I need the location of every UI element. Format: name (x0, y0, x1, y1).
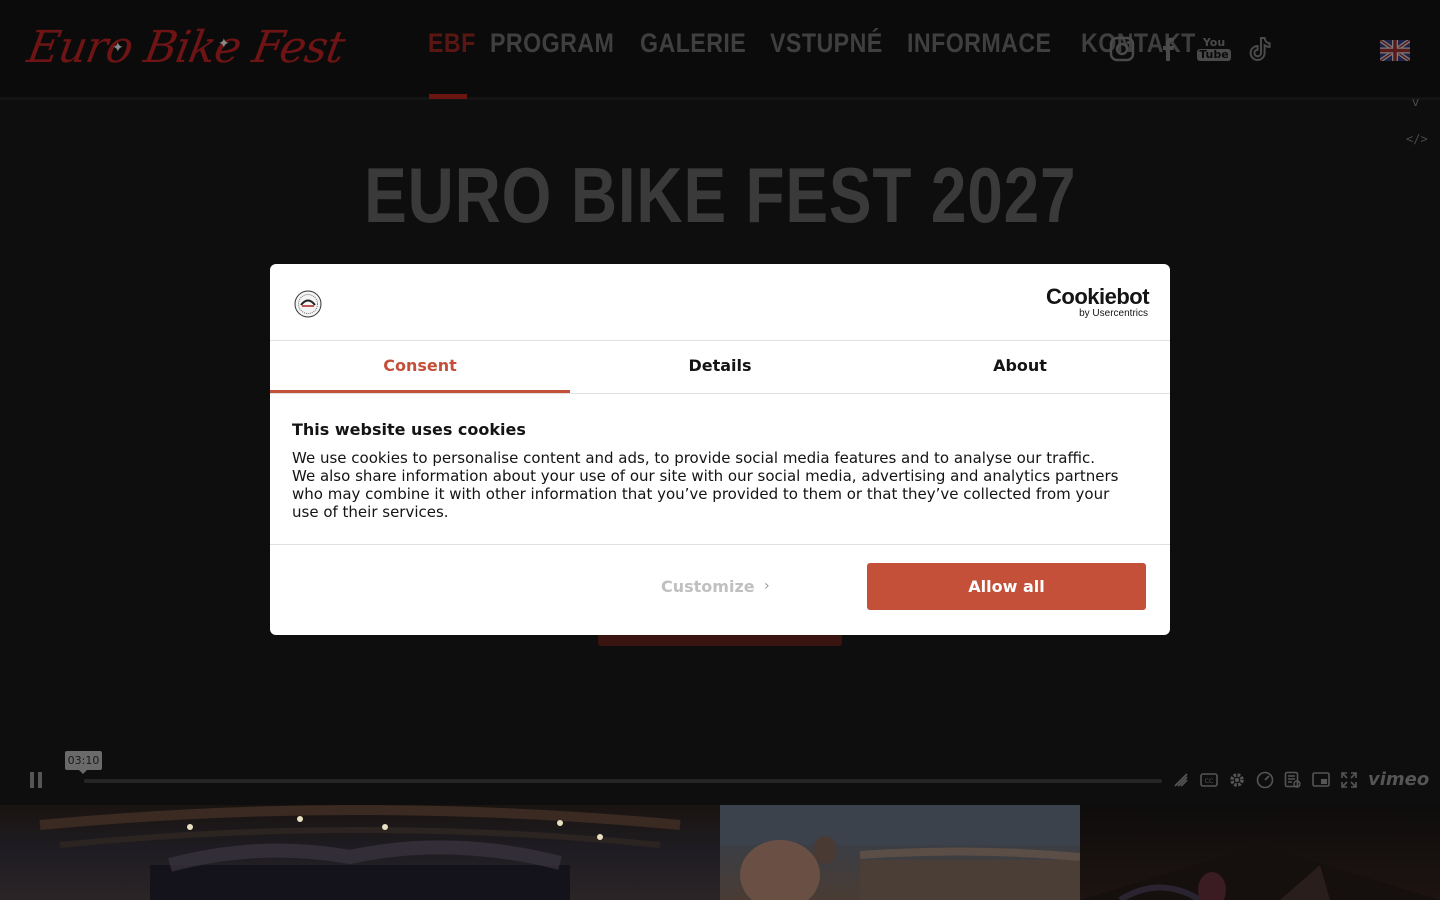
cookiebot-byline: by Usercentrics (1079, 308, 1148, 319)
dialog-heading: This website uses cookies (292, 420, 526, 439)
chevron-right-icon: › (764, 578, 770, 594)
tab-about[interactable]: About (870, 342, 1170, 393)
dialog-body: This website uses cookies We use cookies… (292, 420, 1122, 521)
site-badge-logo (294, 290, 322, 318)
dialog-header: Cookiebot by Usercentrics (270, 264, 1170, 341)
cookiebot-name: Cookiebot (1046, 284, 1150, 309)
cookiebot-brand[interactable]: Cookiebot by Usercentrics (1046, 284, 1150, 320)
page: Euro Bike Fest ✦ ✦ EBF PROGRAM GALERIE V… (0, 0, 1440, 900)
cookie-consent-dialog: Cookiebot by Usercentrics Consent Detail… (270, 264, 1170, 635)
allow-all-button[interactable]: Allow all (867, 563, 1146, 610)
consent-tabs: Consent Details About (270, 342, 1170, 394)
dialog-text: We use cookies to personalise content an… (292, 449, 1119, 521)
customize-button[interactable]: Customize (661, 577, 755, 596)
dialog-footer: Customize › Allow all (270, 544, 1170, 635)
tab-details[interactable]: Details (570, 342, 870, 393)
tab-consent[interactable]: Consent (270, 342, 570, 393)
